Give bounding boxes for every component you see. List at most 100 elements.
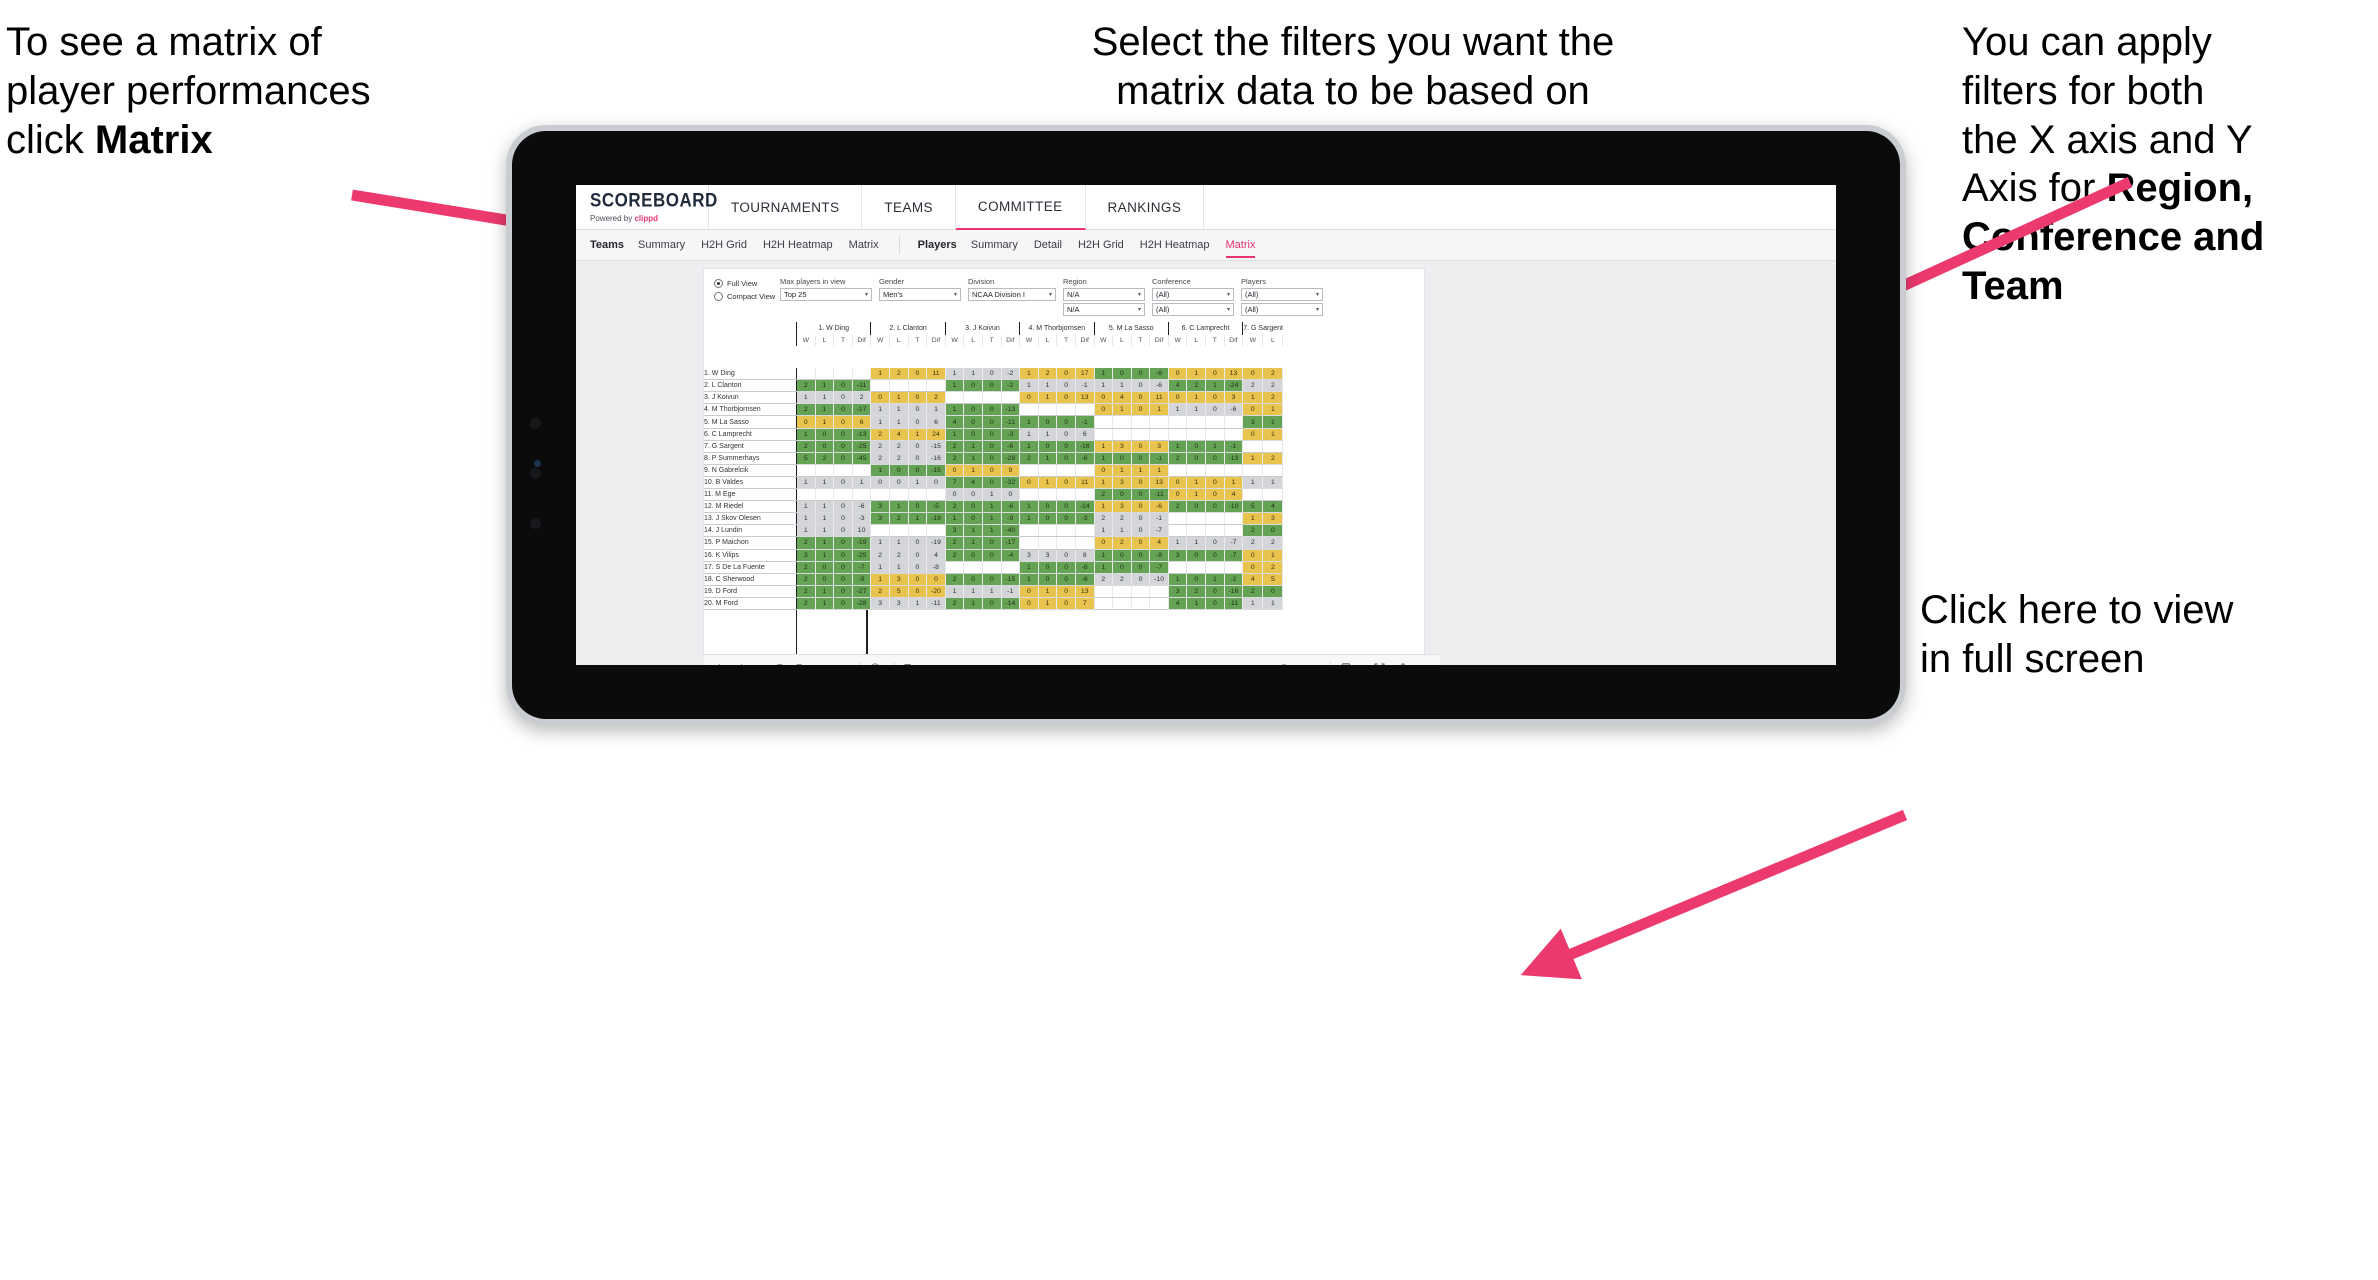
matrix-data-cell[interactable]: 1 (1019, 561, 1039, 574)
matrix-data-cell[interactable]: 1 (1149, 403, 1169, 417)
matrix-data-cell[interactable]: 1 (1205, 379, 1225, 393)
matrix-data-cell[interactable] (1075, 536, 1095, 550)
matrix-data-cell[interactable]: 0 (1262, 524, 1284, 538)
matrix-data-cell[interactable] (852, 368, 872, 381)
matrix-data-cell[interactable]: -1 (1149, 512, 1169, 526)
matrix-data-cell[interactable]: 1 (963, 536, 983, 550)
matrix-data-cell[interactable]: 1 (815, 536, 835, 550)
matrix-data-cell[interactable]: 0 (1205, 391, 1225, 405)
matrix-data-cell[interactable]: -11 (1001, 415, 1021, 429)
matrix-data-cell[interactable]: -6 (1224, 403, 1244, 417)
matrix-data-cell[interactable]: 10 (852, 524, 872, 538)
matrix-data-cell[interactable] (870, 524, 890, 538)
matrix-data-cell[interactable]: 0 (1112, 549, 1132, 562)
matrix-data-cell[interactable]: 0 (833, 428, 853, 441)
matrix-data-cell[interactable]: 0 (1038, 440, 1058, 453)
matrix-data-cell[interactable]: 0 (982, 415, 1002, 429)
matrix-data-cell[interactable]: 1 (1186, 536, 1207, 550)
matrix-data-cell[interactable]: -4 (1001, 549, 1021, 562)
matrix-data-cell[interactable]: 1 (815, 391, 835, 405)
matrix-data-cell[interactable]: 0 (982, 379, 1002, 393)
matrix-data-cell[interactable]: 1 (870, 368, 890, 381)
matrix-data-cell[interactable]: 0 (982, 452, 1002, 465)
matrix-data-cell[interactable]: 2 (1262, 452, 1284, 465)
matrix-data-cell[interactable]: 4 (926, 549, 946, 562)
matrix-data-cell[interactable]: 1 (908, 428, 928, 441)
matrix-data-cell[interactable]: 6 (926, 415, 946, 429)
matrix-data-cell[interactable]: 0 (870, 391, 890, 405)
matrix-data-cell[interactable]: 2 (796, 573, 816, 586)
matrix-data-cell[interactable]: 1 (1112, 379, 1132, 393)
matrix-data-cell[interactable]: 1 (1186, 368, 1207, 381)
matrix-data-cell[interactable] (1167, 561, 1188, 574)
matrix-data-cell[interactable]: 6 (1075, 428, 1095, 441)
nav-tournaments[interactable]: TOURNAMENTS (709, 185, 863, 229)
matrix-data-cell[interactable] (1019, 464, 1039, 477)
matrix-data-cell[interactable]: 0 (1056, 573, 1076, 586)
matrix-data-cell[interactable]: 0 (833, 476, 853, 490)
matrix-data-cell[interactable]: 0 (1056, 561, 1076, 574)
matrix-data-cell[interactable]: 1 (963, 440, 983, 453)
matrix-data-cell[interactable]: 0 (908, 500, 928, 514)
matrix-row[interactable]: 18. C Sherwood 2 0 0 -9 1 3 0 0 2 0 0 -15 1 0 0 -6 2 2 0 -10… (704, 573, 1284, 586)
matrix-data-cell[interactable]: 0 (1112, 452, 1132, 465)
matrix-data-cell[interactable]: 11 (1075, 476, 1095, 490)
matrix-row[interactable]: 19. D Ford 2 1 0 -27 2 5 0 -20 1 1 1 -1 0 1 0 13 3 2 0 -16 2 0 (704, 585, 1284, 598)
matrix-data-cell[interactable]: -9 (1001, 512, 1021, 526)
matrix-data-cell[interactable]: -7 (1224, 549, 1244, 562)
matrix-data-cell[interactable] (1093, 585, 1114, 598)
matrix-data-cell[interactable] (1075, 488, 1095, 502)
matrix-data-cell[interactable] (1262, 440, 1284, 453)
matrix-data-cell[interactable]: 0 (1186, 573, 1207, 586)
matrix-data-cell[interactable]: 1 (1093, 452, 1114, 465)
alerts-icon[interactable] (867, 660, 883, 665)
matrix-data-cell[interactable] (1075, 403, 1095, 417)
matrix-data-cell[interactable]: 3 (889, 573, 909, 586)
matrix-data-cell[interactable] (1056, 488, 1076, 502)
matrix-data-cell[interactable] (1242, 488, 1264, 502)
matrix-data-cell[interactable]: 2 (1242, 524, 1264, 538)
matrix-data-cell[interactable]: 1 (926, 403, 946, 417)
matrix-data-cell[interactable] (1056, 524, 1076, 538)
matrix-data-cell[interactable] (852, 488, 872, 502)
matrix-data-cell[interactable]: 2 (889, 512, 909, 526)
matrix-data-cell[interactable]: 0 (1186, 500, 1207, 514)
matrix-data-cell[interactable]: 0 (908, 415, 928, 429)
matrix-data-cell[interactable] (1093, 415, 1114, 429)
matrix-row[interactable]: 14. J Lundin 1 1 0 10 3 1 1 -40 1 1 0 -7 2 0 (704, 524, 1284, 538)
matrix-data-cell[interactable]: 1 (1093, 500, 1114, 514)
matrix-data-cell[interactable]: 1 (1242, 452, 1264, 465)
matrix-data-cell[interactable]: 5 (796, 452, 816, 465)
matrix-data-cell[interactable]: 0 (1038, 573, 1058, 586)
scoreboard-logo[interactable]: SCOREBOARD Powered by clippd (576, 185, 717, 229)
matrix-data-cell[interactable]: 0 (1186, 440, 1207, 453)
matrix-data-cell[interactable]: 0 (1019, 597, 1039, 610)
matrix-data-cell[interactable]: 0 (908, 403, 928, 417)
matrix-row[interactable]: 2. L Clanton 2 1 0 -11 1 0 0 -2 1 1 0 -1 1 1 0 -6 4 2 1 -24 2… (704, 379, 1284, 393)
matrix-data-cell[interactable] (833, 488, 853, 502)
subnav-teams-matrix[interactable]: Matrix (849, 239, 879, 251)
matrix-data-cell[interactable]: -7 (1149, 561, 1169, 574)
matrix-data-cell[interactable]: 0 (833, 452, 853, 465)
matrix-data-cell[interactable] (1056, 403, 1076, 417)
matrix-data-cell[interactable]: 0 (963, 403, 983, 417)
dropdown-caret-icon[interactable] (1358, 660, 1367, 665)
matrix-data-cell[interactable]: 9 (1001, 464, 1021, 477)
matrix-data-cell[interactable]: 0 (1056, 585, 1076, 598)
matrix-data-cell[interactable]: 2 (796, 585, 816, 598)
matrix-data-cell[interactable]: 1 (908, 597, 928, 610)
matrix-data-cell[interactable]: 1 (908, 476, 928, 490)
matrix-data-cell[interactable]: 0 (815, 573, 835, 586)
matrix-data-cell[interactable]: 1 (1038, 428, 1058, 441)
matrix-data-cell[interactable]: 0 (833, 561, 853, 574)
matrix-data-cell[interactable]: 3 (1167, 549, 1188, 562)
matrix-data-cell[interactable]: 13 (1075, 585, 1095, 598)
matrix-data-cell[interactable]: 1 (963, 464, 983, 477)
matrix-data-cell[interactable]: 0 (889, 464, 909, 477)
matrix-data-cell[interactable] (796, 368, 816, 381)
matrix-data-cell[interactable]: 1 (796, 500, 816, 514)
matrix-data-cell[interactable] (1038, 524, 1058, 538)
matrix-data-cell[interactable]: 2 (1093, 488, 1114, 502)
matrix-data-cell[interactable]: 0 (870, 476, 890, 490)
matrix-data-cell[interactable]: 2 (796, 536, 816, 550)
